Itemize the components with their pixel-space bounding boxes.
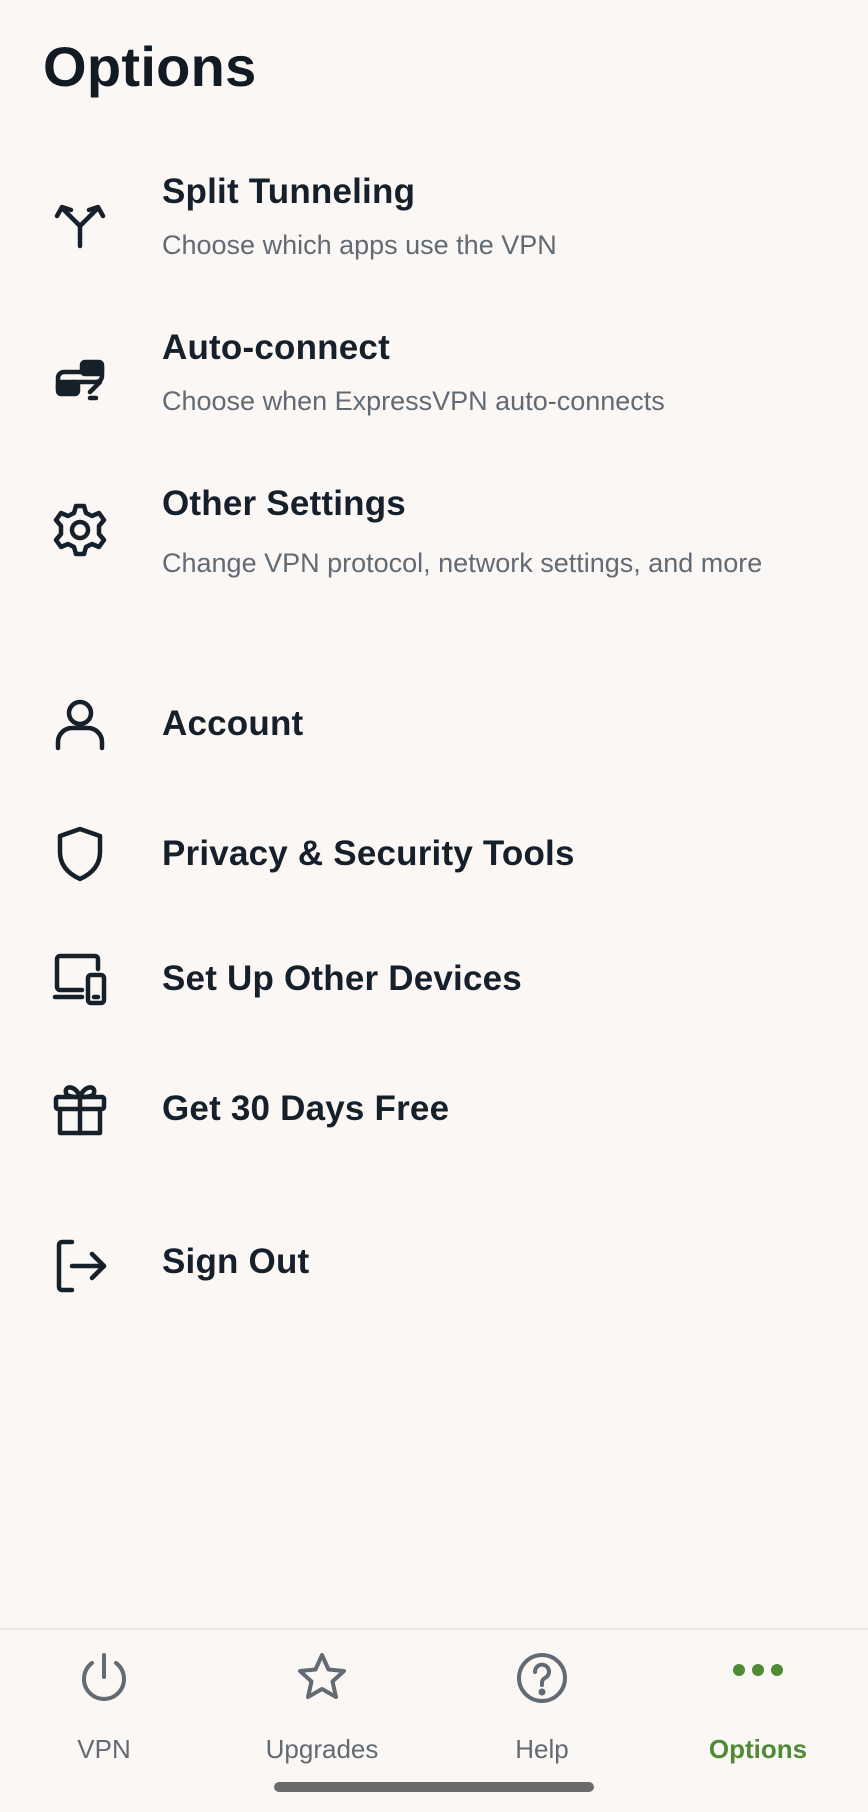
- menu-item-title: Auto-connect: [162, 328, 390, 367]
- tab-label: VPN: [77, 1734, 131, 1764]
- menu-item-title: Set Up Other Devices: [162, 959, 522, 998]
- menu-item-title: Sign Out: [162, 1242, 310, 1281]
- page-title: Options: [43, 35, 257, 98]
- menu-item-subtitle: Change VPN protocol, network settings, a…: [162, 548, 763, 578]
- menu-item-account[interactable]: Account: [0, 680, 868, 776]
- sign-out-icon: [50, 1236, 110, 1296]
- devices-icon: [50, 949, 110, 1009]
- menu-item-title: Other Settings: [162, 484, 406, 523]
- menu-item-title: Account: [162, 704, 304, 743]
- tab-label: Upgrades: [265, 1734, 379, 1764]
- shield-icon: [50, 824, 110, 884]
- menu-item-get-30-days-free[interactable]: Get 30 Days Free: [0, 1065, 868, 1161]
- person-icon: [50, 694, 110, 754]
- gear-icon: [50, 500, 110, 560]
- question-circle-icon: [514, 1650, 570, 1706]
- menu-item-title: Split Tunneling: [162, 172, 416, 211]
- home-indicator: [274, 1782, 594, 1792]
- split-arrows-icon: [50, 194, 110, 254]
- menu-item-subtitle: Choose which apps use the VPN: [162, 230, 557, 260]
- tab-label: Options: [708, 1734, 808, 1764]
- menu-item-other-settings[interactable]: Other Settings Change VPN protocol, netw…: [0, 472, 868, 642]
- menu-item-split-tunneling[interactable]: Split Tunneling Choose which apps use th…: [0, 160, 868, 290]
- menu-item-set-up-other-devices[interactable]: Set Up Other Devices: [0, 935, 868, 1031]
- tab-label: Help: [515, 1734, 569, 1764]
- more-dots-icon: [730, 1650, 786, 1706]
- gift-icon: [50, 1079, 110, 1139]
- tab-upgrades[interactable]: Upgrades: [248, 1630, 396, 1780]
- tab-vpn[interactable]: VPN: [30, 1630, 178, 1780]
- tab-help[interactable]: Help: [468, 1630, 616, 1780]
- options-screen: Options Split Tunneling Choose which app…: [0, 0, 868, 1812]
- star-icon: [294, 1650, 350, 1706]
- menu-item-subtitle: Choose when ExpressVPN auto-connects: [162, 386, 665, 416]
- power-icon: [76, 1650, 132, 1706]
- menu-item-title: Get 30 Days Free: [162, 1089, 450, 1128]
- menu-item-sign-out[interactable]: Sign Out: [0, 1218, 868, 1314]
- menu-item-privacy-security-tools[interactable]: Privacy & Security Tools: [0, 810, 868, 906]
- auto-connect-icon: [50, 348, 110, 408]
- tab-options[interactable]: Options: [678, 1630, 838, 1780]
- menu-item-auto-connect[interactable]: Auto-connect Choose when ExpressVPN auto…: [0, 316, 868, 446]
- menu-item-title: Privacy & Security Tools: [162, 834, 575, 873]
